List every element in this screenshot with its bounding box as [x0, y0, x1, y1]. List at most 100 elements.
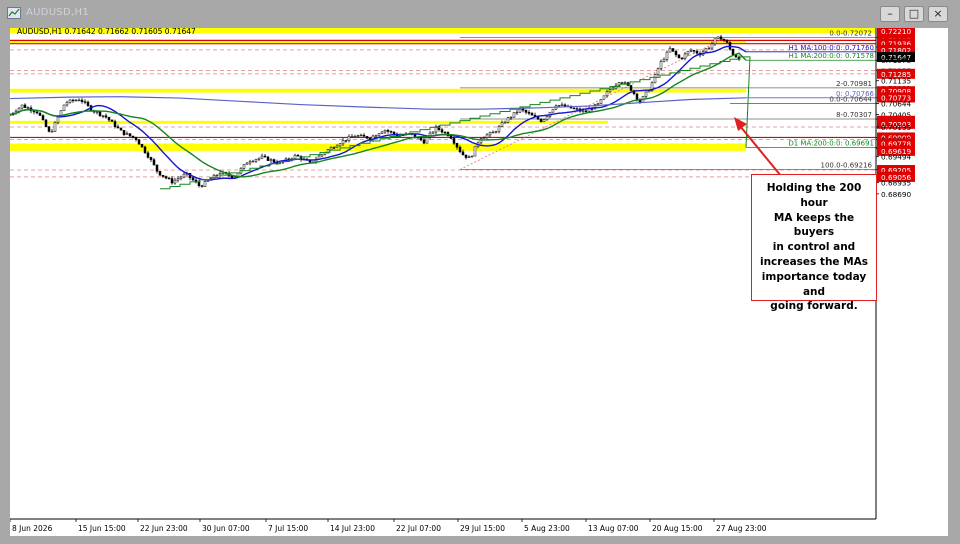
candle-bearish	[440, 129, 444, 133]
candle-bearish	[527, 112, 531, 114]
candle-bullish	[644, 91, 648, 97]
candle-bearish	[200, 185, 204, 187]
candle-bullish	[374, 135, 378, 137]
candle-bearish	[443, 131, 447, 134]
candle-bullish	[497, 126, 501, 132]
price-tick-label: 0.70644	[881, 99, 912, 108]
candle-bearish	[386, 129, 390, 132]
candle-bullish	[689, 50, 693, 52]
candle-bullish	[68, 99, 72, 103]
fib-level-label: 8-0.70307	[836, 111, 872, 119]
candle-bearish	[680, 57, 684, 60]
candle-bearish	[71, 99, 75, 102]
candle-bullish	[425, 137, 429, 144]
candle-bearish	[155, 164, 159, 172]
candle-bullish	[713, 38, 717, 45]
candle-bearish	[131, 135, 135, 138]
candle-bullish	[470, 155, 474, 158]
time-tick-label: 27 Aug 23:00	[716, 524, 767, 533]
candle-bearish	[152, 159, 156, 166]
candle-bearish	[146, 152, 150, 158]
candle-bullish	[125, 133, 129, 135]
candle-bearish	[104, 115, 108, 118]
candle-bearish	[23, 104, 27, 108]
candle-bearish	[461, 151, 465, 156]
callout-line: increases the MAs	[759, 255, 869, 268]
price-tick-label: 0.71578	[881, 56, 912, 65]
candle-bullish	[359, 134, 363, 137]
candle-bullish	[242, 164, 246, 169]
candle-bullish	[659, 61, 663, 69]
minimize-button[interactable]: –	[880, 6, 900, 22]
candle-bearish	[452, 138, 456, 144]
candle-bearish	[272, 159, 276, 163]
candle-bullish	[683, 53, 687, 59]
candle-bullish	[269, 159, 273, 161]
candle-bullish	[560, 104, 564, 106]
candle-bullish	[542, 119, 546, 123]
candle-bullish	[494, 131, 498, 133]
candle-bearish	[26, 107, 30, 109]
candle-bullish	[245, 162, 249, 165]
candle-bullish	[608, 89, 612, 93]
candle-bearish	[140, 143, 144, 148]
candle-bearish	[695, 50, 699, 54]
candle-bearish	[32, 110, 36, 113]
candle-bearish	[266, 156, 270, 161]
candle-bearish	[41, 115, 45, 121]
candle-bullish	[341, 140, 345, 145]
candle-bullish	[509, 116, 513, 119]
candle-bullish	[53, 122, 57, 132]
time-tick-label: 15 Jun 15:00	[78, 524, 126, 533]
ma-value-label: 0: 0.70766	[836, 90, 875, 98]
candle-bullish	[596, 103, 600, 105]
candle-bullish	[338, 143, 342, 147]
chart-window: AUDUSD,H1 – □ × 0.0-0.72072 2-0.70981 0.0-…	[0, 0, 960, 544]
callout-line: going forward.	[770, 300, 858, 313]
chart-plot-area[interactable]: 0.0-0.72072 2-0.70981 0.0-0.70644 8-0.70307…	[10, 28, 948, 536]
candle-bullish	[485, 134, 489, 138]
candle-bullish	[260, 155, 264, 159]
time-tick-label: 13 Aug 07:00	[588, 524, 639, 533]
candle-bearish	[101, 115, 105, 117]
candle-bearish	[170, 178, 174, 184]
candle-bullish	[557, 104, 561, 107]
candle-bearish	[629, 85, 633, 91]
candle-bullish	[356, 135, 360, 137]
candle-bullish	[20, 104, 24, 109]
candle-bullish	[599, 99, 603, 104]
candle-bearish	[128, 133, 132, 137]
candle-bearish	[674, 51, 678, 56]
candle-bullish	[182, 173, 186, 178]
candle-bearish	[164, 176, 168, 179]
candle-bearish	[422, 139, 426, 144]
candle-bearish	[44, 119, 48, 128]
candle-bullish	[335, 145, 339, 149]
candle-bullish	[179, 176, 183, 179]
candle-bullish	[473, 146, 477, 157]
price-tick-label: 0.70135	[881, 123, 911, 132]
candle-bullish	[668, 48, 672, 53]
candle-bearish	[635, 93, 639, 100]
candle-bearish	[122, 130, 126, 135]
candle-bullish	[623, 82, 627, 84]
price-tick-label: 0.69494	[881, 153, 912, 162]
candle-bullish	[545, 116, 549, 120]
candle-bearish	[458, 146, 462, 153]
close-button[interactable]: ×	[928, 6, 948, 22]
candle-bearish	[113, 121, 117, 127]
candle-bullish	[647, 90, 651, 93]
candle-bearish	[719, 36, 723, 40]
candle-bearish	[722, 39, 726, 41]
candle-bullish	[353, 136, 357, 138]
candle-bearish	[83, 101, 87, 103]
candle-bearish	[365, 136, 369, 139]
candle-bullish	[380, 131, 384, 134]
candle-bearish	[119, 127, 123, 131]
callout-line: MA keeps the buyers	[773, 211, 855, 239]
time-tick-label: 29 Jul 15:00	[460, 524, 505, 533]
candle-bullish	[50, 131, 54, 133]
candle-bearish	[392, 131, 396, 135]
restore-button[interactable]: □	[904, 6, 924, 22]
candle-bearish	[161, 174, 165, 177]
